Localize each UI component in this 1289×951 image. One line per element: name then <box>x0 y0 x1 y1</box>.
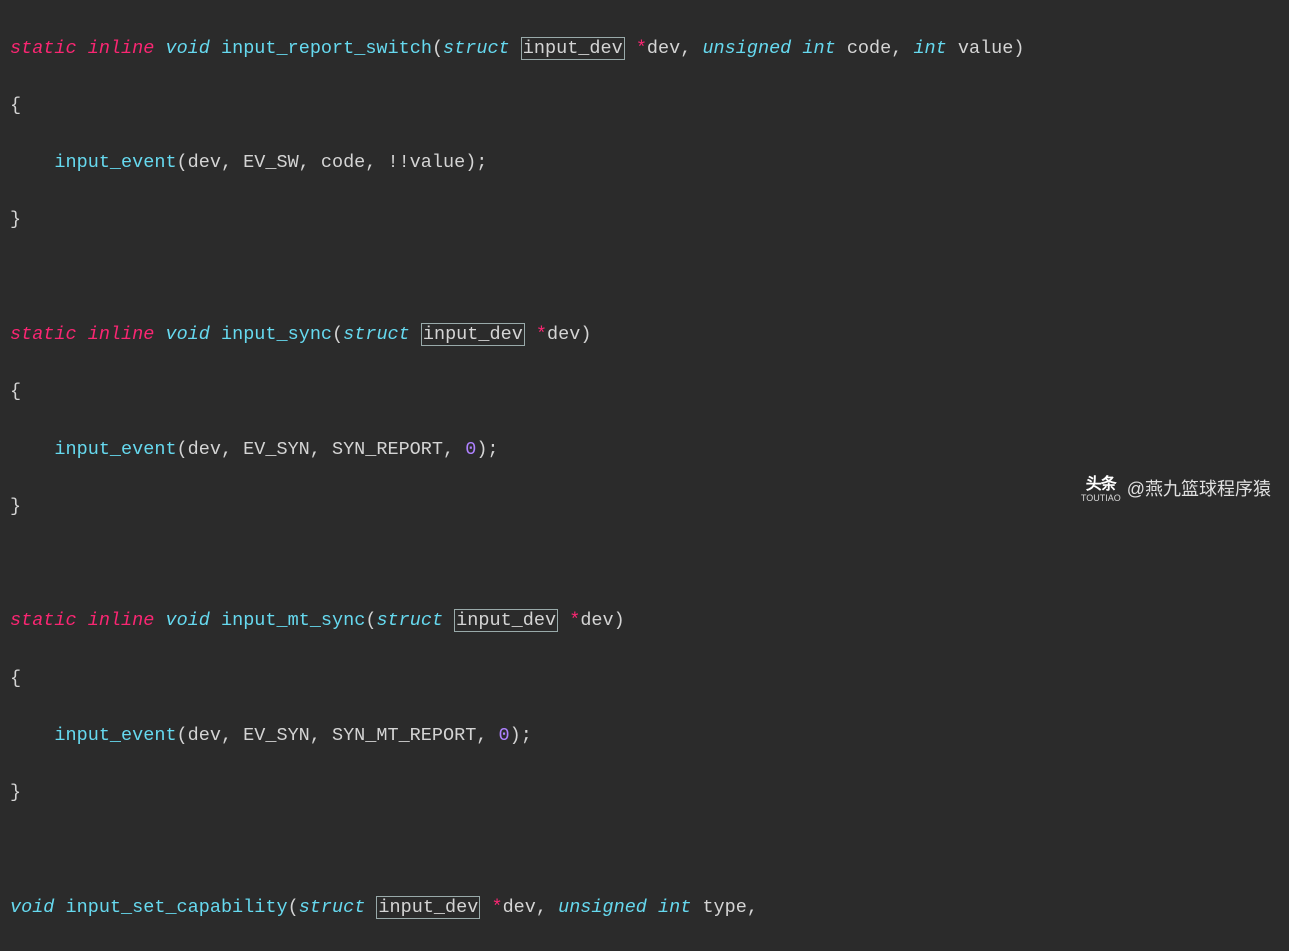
kw-inline: inline <box>88 38 155 59</box>
blank-line <box>10 836 1289 865</box>
code-line: { <box>10 378 1289 407</box>
code-line: input_event(dev, EV_SYN, SYN_REPORT, 0); <box>10 436 1289 465</box>
code-line: { <box>10 665 1289 694</box>
kw-int: int <box>913 38 946 59</box>
type-input-dev: input_dev <box>421 323 525 346</box>
code-line: input_event(dev, EV_SW, code, !!value); <box>10 149 1289 178</box>
code-line: { <box>10 92 1289 121</box>
code-line: static inline void input_mt_sync(struct … <box>10 607 1289 636</box>
watermark-text: @燕九篮球程序猿 <box>1127 476 1271 504</box>
type-input-dev: input_dev <box>454 609 558 632</box>
code-line: input_event(dev, EV_SYN, SYN_MT_REPORT, … <box>10 722 1289 751</box>
fn-call: input_event <box>54 152 176 173</box>
code-line: } <box>10 779 1289 808</box>
fn-name: input_set_capability <box>66 897 288 918</box>
kw-struct: struct <box>443 38 510 59</box>
type-input-dev: input_dev <box>521 37 625 60</box>
param: dev <box>647 38 680 59</box>
watermark: 头条 TOUTIAO @燕九篮球程序猿 <box>1081 476 1271 504</box>
kw-int: int <box>802 38 835 59</box>
code-line: void input_set_capability(struct input_d… <box>10 894 1289 923</box>
type-input-dev: input_dev <box>376 896 480 919</box>
kw-void: void <box>165 38 209 59</box>
blank-line <box>10 550 1289 579</box>
code-line: static inline void input_report_switch(s… <box>10 35 1289 64</box>
param: value <box>958 38 1014 59</box>
blank-line <box>10 264 1289 293</box>
param: code <box>847 38 891 59</box>
fn-name: input_sync <box>221 324 332 345</box>
code-line: } <box>10 206 1289 235</box>
kw-unsigned: unsigned <box>702 38 791 59</box>
code-line: static inline void input_sync(struct inp… <box>10 321 1289 350</box>
fn-name: input_report_switch <box>221 38 432 59</box>
toutiao-logo-icon: 头条 TOUTIAO <box>1081 477 1121 503</box>
kw-static: static <box>10 38 77 59</box>
fn-name: input_mt_sync <box>221 610 365 631</box>
